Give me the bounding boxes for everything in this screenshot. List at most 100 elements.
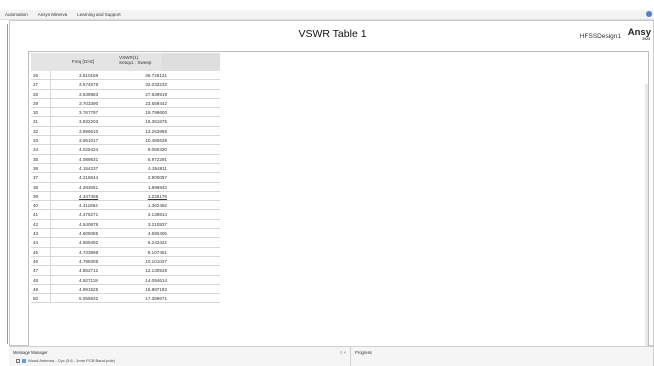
message-manager-title: Message Manager bbox=[13, 350, 48, 355]
freq-cell: 4.862712 bbox=[79, 268, 99, 274]
vertical-scrollbar[interactable] bbox=[645, 84, 648, 366]
table-row[interactable]: 30 3.767797 19.798600 bbox=[31, 108, 220, 118]
message-entry[interactable]: Wood Antenna - Cyc (3.6 - 1mm PCB Band-p… bbox=[9, 358, 350, 363]
vswr-cell: 36.726131 bbox=[145, 73, 167, 78]
table-row[interactable]: 28 3.638983 27.639919 bbox=[31, 89, 220, 99]
table-row[interactable]: 50 5.055932 17.399671 bbox=[31, 294, 220, 304]
freq-cell: 4.089831 bbox=[79, 156, 99, 162]
vswr-cell: 1.896943 bbox=[147, 184, 167, 190]
vswr-cell: 4.264811 bbox=[148, 165, 167, 171]
freq-cell: 3.703390 bbox=[79, 100, 99, 106]
freq-cell: 4.218644 bbox=[79, 175, 99, 181]
message-entry-text: Wood Antenna - Cyc (3.6 - 1mm PCB Band-p… bbox=[28, 358, 116, 363]
vswr-cell: 32.033232 bbox=[145, 82, 167, 88]
expand-icon[interactable] bbox=[16, 358, 20, 363]
freq-cell: 4.283051 bbox=[79, 184, 99, 190]
table-row[interactable]: 32 3.896610 13.253865 bbox=[31, 126, 220, 137]
table-row[interactable]: 29 3.703390 23.559442 bbox=[31, 98, 220, 109]
freq-cell: 3.638983 bbox=[79, 91, 99, 97]
vswr-cell: 4.690406 bbox=[147, 231, 167, 237]
vswr-cell: 6.243422 bbox=[147, 240, 167, 246]
progress-title: Progress bbox=[355, 350, 372, 355]
row-index: 32 bbox=[31, 126, 51, 136]
header-filler bbox=[162, 53, 220, 71]
vswr-cell: 1.228176 bbox=[147, 193, 167, 199]
freq-cell: 4.733898 bbox=[79, 249, 99, 255]
table-row[interactable]: 34 4.025424 8.050320 bbox=[31, 145, 220, 155]
ansys-logo-year: 2023 bbox=[642, 37, 650, 41]
table-row[interactable]: 49 4.991525 15.887182 bbox=[31, 284, 220, 295]
table-row[interactable]: 47 4.862712 12.130528 bbox=[31, 266, 220, 276]
freq-cell: 4.669492 bbox=[79, 240, 99, 246]
freq-cell: 3.574576 bbox=[79, 82, 99, 88]
freq-cell: 4.991525 bbox=[79, 286, 99, 292]
freq-cell: 3.832203 bbox=[79, 119, 99, 125]
table-row[interactable]: 31 3.832203 16.361875 bbox=[31, 117, 220, 127]
vswr-cell: 16.361875 bbox=[145, 119, 167, 125]
column-header-freq[interactable]: Freq [GHz] bbox=[53, 59, 113, 64]
vswr-cell: 8.050320 bbox=[147, 147, 167, 153]
notification-icon[interactable] bbox=[646, 11, 652, 17]
table-row[interactable]: 43 4.605085 4.690406 bbox=[31, 229, 220, 239]
table-row[interactable]: 48 4.927119 14.094614 bbox=[31, 275, 220, 285]
table-row[interactable]: 40 4.411864 1.362452 bbox=[31, 201, 220, 211]
row-index: 46 bbox=[31, 256, 51, 266]
report-title: VSWR Table 1 bbox=[298, 28, 367, 40]
row-index: 34 bbox=[31, 145, 51, 154]
message-manager-pane: Message Manager ≡ × Wood Antenna - Cyc (… bbox=[9, 347, 351, 366]
row-index: 40 bbox=[31, 201, 51, 210]
row-index: 38 bbox=[31, 182, 51, 191]
row-index: 35 bbox=[31, 154, 51, 163]
row-index: 45 bbox=[31, 247, 51, 256]
freq-cell: 3.767797 bbox=[79, 110, 99, 116]
table-row[interactable]: 27 3.574576 32.033232 bbox=[31, 80, 220, 90]
freq-cell: 4.411864 bbox=[79, 203, 98, 209]
row-index: 41 bbox=[31, 210, 51, 219]
freq-cell: 4.154237 bbox=[79, 165, 99, 171]
column-header-vswr[interactable]: VSWR(1) Setup1 : Sweep bbox=[119, 55, 159, 65]
table-row[interactable]: 35 4.089831 5.972291 bbox=[31, 154, 220, 164]
table-row[interactable]: 37 4.218644 2.900057 bbox=[31, 173, 220, 183]
pane-controls[interactable]: ≡ × bbox=[340, 350, 346, 355]
vswr-cell: 10.480639 bbox=[145, 138, 167, 144]
table-frame: Freq [GHz] VSWR(1) Setup1 : Sweep 26 3.51… bbox=[28, 51, 649, 366]
vswr-cell: 27.639919 bbox=[145, 91, 167, 97]
vswr-cell: 3.210837 bbox=[147, 221, 167, 227]
row-index: 39 bbox=[31, 191, 51, 201]
vswr-cell: 2.900057 bbox=[147, 175, 167, 181]
vswr-cell: 15.887182 bbox=[145, 286, 167, 292]
freq-cell: 4.347458 bbox=[79, 193, 99, 199]
menu-item-automation[interactable]: Automation bbox=[0, 12, 33, 17]
table-row[interactable]: 33 3.961017 10.480639 bbox=[31, 136, 220, 146]
freq-cell: 3.961017 bbox=[79, 138, 99, 144]
table-row[interactable]: 26 3.510169 36.726131 bbox=[31, 71, 220, 81]
freq-cell: 4.025424 bbox=[79, 147, 99, 153]
menu-item-learning-support[interactable]: Learning and Support bbox=[72, 12, 125, 17]
table-row[interactable]: 41 4.476271 2.139814 bbox=[31, 210, 220, 220]
table-row[interactable]: 39 4.347458 1.228176 bbox=[31, 191, 220, 202]
row-index: 47 bbox=[31, 266, 51, 275]
row-index: 36 bbox=[31, 163, 51, 173]
row-index: 26 bbox=[31, 71, 51, 80]
freq-cell: 4.476271 bbox=[79, 212, 99, 218]
freq-cell: 3.510169 bbox=[79, 73, 99, 78]
column-header-vswr-sub: Setup1 : Sweep bbox=[119, 60, 152, 65]
table-row[interactable]: 45 4.733898 8.107451 bbox=[31, 247, 220, 257]
table-row[interactable]: 38 4.283051 1.896943 bbox=[31, 182, 220, 192]
table-row[interactable]: 44 4.669492 6.243422 bbox=[31, 238, 220, 248]
table-row[interactable]: 42 4.540678 3.210837 bbox=[31, 219, 220, 230]
menu-item-ansys-minerva[interactable]: Ansys Minerva bbox=[33, 12, 73, 17]
row-index: 29 bbox=[31, 98, 51, 108]
vswr-cell: 5.972291 bbox=[147, 156, 167, 162]
row-index: 33 bbox=[31, 136, 51, 145]
row-index: 43 bbox=[31, 229, 51, 238]
table-row[interactable]: 36 4.154237 4.264811 bbox=[31, 163, 220, 174]
table-header: Freq [GHz] VSWR(1) Setup1 : Sweep bbox=[31, 53, 220, 71]
progress-pane: Progress bbox=[351, 347, 654, 366]
table-row[interactable]: 46 4.798305 10.101037 bbox=[31, 256, 220, 267]
row-index: 49 bbox=[31, 284, 51, 294]
freq-cell: 3.896610 bbox=[79, 128, 99, 134]
freq-cell: 5.055932 bbox=[79, 296, 99, 302]
report-window: VSWR Table 1 HFSSDesign1 Ansy 2023 Freq … bbox=[9, 20, 654, 366]
row-index: 27 bbox=[31, 80, 51, 89]
